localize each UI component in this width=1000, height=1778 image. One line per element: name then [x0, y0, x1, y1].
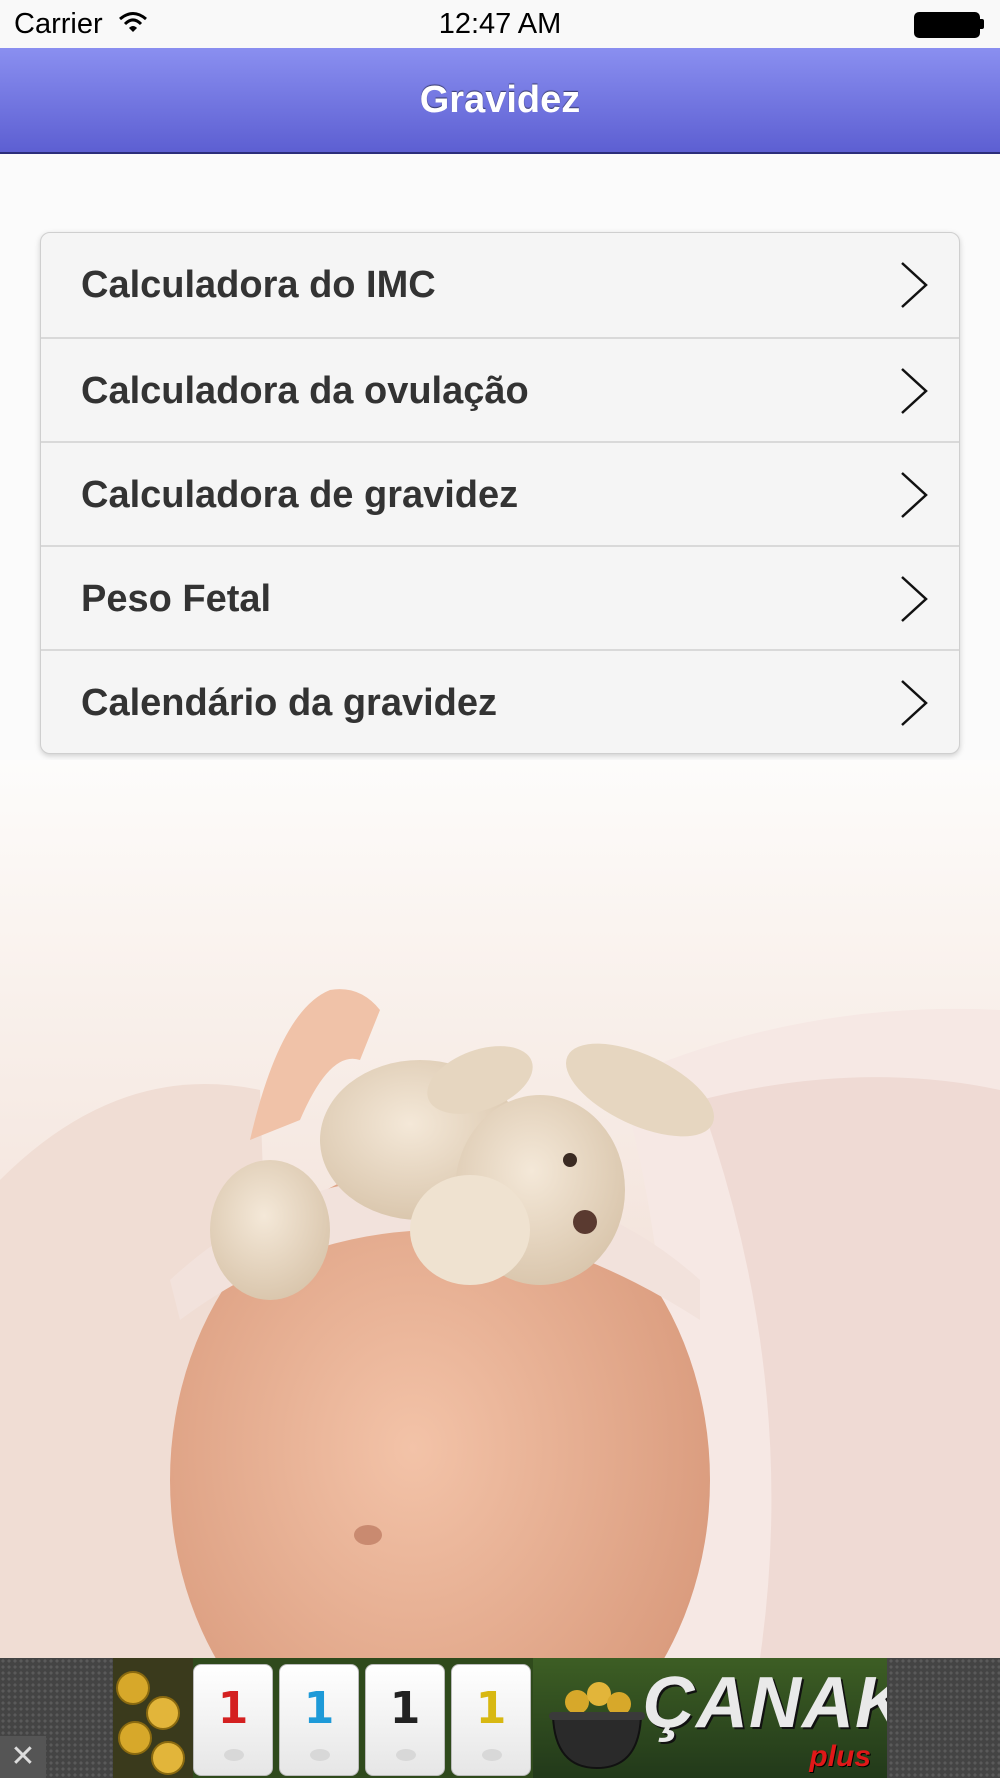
status-time: 12:47 AM: [438, 8, 562, 40]
menu-item-pregnancy-calculator[interactable]: Calculadora de gravidez: [41, 441, 959, 545]
ad-brand-sub: plus: [809, 1740, 871, 1773]
okey-tile: 1: [451, 1664, 531, 1776]
chevron-right-icon: [901, 472, 928, 518]
menu-item-fetal-weight[interactable]: Peso Fetal: [41, 545, 959, 649]
tile-number: 1: [217, 1683, 249, 1734]
pot-icon: [549, 1682, 645, 1770]
menu-item-label: Peso Fetal: [81, 578, 272, 620]
tile-number: 1: [389, 1683, 421, 1734]
chevron-right-icon: [901, 368, 928, 414]
battery-icon: [914, 12, 986, 38]
pregnancy-illustration: [0, 989, 1000, 1658]
okey-tile: 1: [279, 1664, 359, 1776]
menu-item-label: Calculadora de gravidez: [81, 474, 519, 516]
chevron-right-icon: [901, 262, 928, 308]
menu-item-pregnancy-calendar[interactable]: Calendário da gravidez: [41, 649, 959, 753]
hero-image-pregnant-belly-with-teddy: [0, 760, 1000, 1658]
coins-icon: [113, 1658, 193, 1778]
okey-tile: 1: [193, 1664, 273, 1776]
ad-logo: ÇANAK plus: [533, 1658, 887, 1778]
okey-tile: 1: [365, 1664, 445, 1776]
menu-list: Calculadora do IMC Calculadora da ovulaç…: [40, 232, 960, 754]
menu-item-label: Calendário da gravidez: [81, 682, 498, 724]
navigation-bar: Gravidez: [0, 48, 1000, 154]
menu-item-imc-calculator[interactable]: Calculadora do IMC: [41, 233, 959, 337]
status-bar: Carrier 12:47 AM: [0, 0, 1000, 48]
tile-number: 1: [303, 1683, 335, 1734]
ad-bar: 1 1 1 1 ÇANAK plus ✕: [0, 1658, 1000, 1778]
menu-item-label: Calculadora do IMC: [81, 264, 436, 306]
tile-number: 1: [475, 1683, 507, 1734]
ad-banner[interactable]: 1 1 1 1 ÇANAK plus: [113, 1658, 887, 1778]
chevron-right-icon: [901, 576, 928, 622]
close-ad-button[interactable]: ✕: [0, 1736, 46, 1778]
menu-item-label: Calculadora da ovulação: [81, 370, 529, 412]
menu-item-ovulation-calculator[interactable]: Calculadora da ovulação: [41, 337, 959, 441]
page-title: Gravidez: [419, 79, 581, 121]
ad-brand-text: ÇANAK: [643, 1663, 887, 1743]
chevron-right-icon: [901, 680, 928, 726]
